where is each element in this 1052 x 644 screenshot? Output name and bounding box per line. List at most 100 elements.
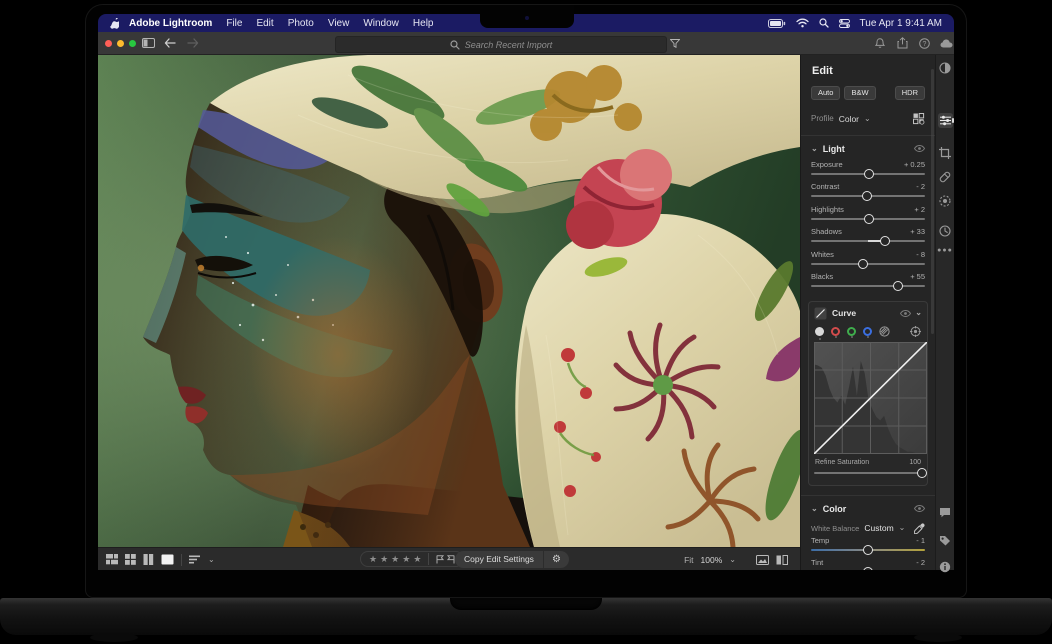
slider-track[interactable] [811, 263, 925, 265]
shadows-slider[interactable]: Shadows + 33 [811, 225, 925, 248]
zoom-button[interactable] [129, 40, 136, 47]
sidebar-toggle-icon[interactable] [142, 38, 155, 48]
keywords-tag-icon[interactable] [939, 535, 951, 547]
close-button[interactable] [105, 40, 112, 47]
spotlight-search-icon[interactable] [819, 18, 829, 28]
tint-slider[interactable]: Tint - 2 [811, 556, 925, 570]
highlights-slider[interactable]: Highlights + 2 [811, 203, 925, 226]
help-icon[interactable]: ? [919, 38, 930, 49]
photo-canvas[interactable] [98, 55, 800, 547]
star-icon[interactable]: ★ [391, 555, 399, 564]
slider-knob[interactable] [858, 259, 868, 269]
exposure-slider[interactable]: Exposure + 0.25 [811, 158, 925, 181]
slider-track[interactable] [811, 218, 925, 220]
eyedropper-icon[interactable] [914, 523, 925, 534]
zoom-level-value[interactable]: 100% [701, 555, 723, 565]
white-balance-value[interactable]: Custom [864, 523, 893, 533]
menu-view[interactable]: View [328, 18, 350, 29]
search-input[interactable]: Search Recent Import [335, 36, 667, 53]
profile-browser-icon[interactable] [913, 113, 925, 125]
refine-saturation-slider[interactable]: Refine Saturation 100 [814, 459, 922, 479]
curve-visibility-eye-icon[interactable] [900, 310, 911, 317]
menu-file[interactable]: File [226, 18, 242, 29]
more-tools-icon[interactable]: ●●● [937, 247, 953, 254]
copy-edit-settings-button[interactable]: Copy Edit Settings [455, 551, 544, 568]
menu-app-name[interactable]: Adobe Lightroom [129, 18, 212, 29]
cloud-sync-icon[interactable] [940, 39, 953, 48]
comments-icon[interactable] [939, 507, 951, 518]
healing-tool-icon[interactable] [939, 171, 951, 183]
star-icon[interactable]: ★ [402, 555, 410, 564]
slider-track[interactable] [811, 285, 925, 287]
sort-chevron-icon[interactable]: ⌄ [208, 556, 215, 564]
star-icon[interactable]: ★ [380, 555, 388, 564]
color-section-chevron-icon[interactable]: ⌄ [811, 505, 818, 513]
back-arrow-icon[interactable] [164, 38, 176, 48]
star-icon[interactable]: ★ [369, 555, 377, 564]
color-section-title[interactable]: Color [823, 504, 847, 514]
slider-knob[interactable] [864, 214, 874, 224]
apple-menu-icon[interactable] [110, 18, 119, 29]
contrast-slider[interactable]: Contrast - 2 [811, 180, 925, 203]
versions-history-icon[interactable] [939, 225, 951, 237]
panel-scrollbar[interactable] [931, 69, 934, 334]
slider-track[interactable] [811, 549, 925, 551]
square-grid-view-icon[interactable] [125, 554, 136, 565]
slider-track[interactable] [811, 195, 925, 197]
slider-knob[interactable] [864, 169, 874, 179]
edit-tool-selected[interactable] [938, 113, 953, 128]
fit-label[interactable]: Fit [684, 555, 693, 565]
info-icon[interactable] [939, 561, 951, 573]
menu-window[interactable]: Window [363, 18, 399, 29]
photo-grid-view-icon[interactable] [106, 554, 118, 565]
adjust-tone-icon[interactable] [939, 62, 951, 74]
menu-photo[interactable]: Photo [288, 18, 314, 29]
color-visibility-eye-icon[interactable] [914, 505, 925, 512]
masking-tool-icon[interactable] [939, 195, 951, 207]
slider-track[interactable] [811, 240, 925, 242]
channel-blue-button[interactable] [863, 327, 872, 336]
curve-reset-icon[interactable] [910, 326, 921, 337]
hdr-button[interactable]: HDR [895, 86, 925, 100]
slider-knob[interactable] [862, 191, 872, 201]
compare-view-icon[interactable] [143, 554, 154, 565]
pick-flag-icon[interactable] [436, 555, 444, 564]
blacks-slider[interactable]: Blacks + 55 [811, 270, 925, 293]
detail-view-icon[interactable] [161, 554, 174, 565]
slider-track[interactable] [814, 472, 922, 474]
star-icon[interactable]: ★ [413, 555, 421, 564]
slider-knob[interactable] [863, 567, 873, 570]
slider-knob[interactable] [880, 236, 890, 246]
whites-slider[interactable]: Whites - 8 [811, 248, 925, 271]
sort-icon[interactable] [189, 555, 201, 564]
curve-chevron-icon[interactable]: ⌄ [915, 309, 922, 317]
menu-help[interactable]: Help [413, 18, 434, 29]
zoom-chevron-icon[interactable]: ⌄ [729, 556, 736, 564]
slider-track[interactable] [811, 173, 925, 175]
gear-icon[interactable]: ⚙ [544, 551, 569, 568]
forward-arrow-icon[interactable] [187, 38, 199, 48]
channel-parametric-button[interactable] [879, 326, 890, 337]
light-section-title[interactable]: Light [823, 144, 845, 154]
slider-knob[interactable] [917, 468, 927, 478]
share-icon[interactable] [897, 37, 908, 49]
slider-knob[interactable] [863, 545, 873, 555]
menu-clock[interactable]: Tue Apr 1 9:41 AM [860, 18, 942, 29]
channel-green-button[interactable] [847, 327, 856, 336]
filter-icon[interactable] [670, 39, 680, 48]
crop-tool-icon[interactable] [939, 147, 951, 159]
temp-slider[interactable]: Temp - 1 [811, 534, 925, 557]
light-visibility-eye-icon[interactable] [914, 145, 925, 152]
light-section-chevron-icon[interactable]: ⌄ [811, 145, 818, 153]
profile-chevron-icon[interactable]: ⌄ [864, 115, 871, 123]
battery-icon[interactable] [768, 19, 786, 28]
bw-button[interactable]: B&W [844, 86, 875, 100]
before-after-view-icon[interactable] [776, 555, 788, 565]
wifi-icon[interactable] [796, 18, 809, 28]
tone-curve-histogram[interactable] [814, 342, 922, 454]
auto-button[interactable]: Auto [811, 86, 840, 100]
menu-edit[interactable]: Edit [256, 18, 273, 29]
show-original-icon[interactable] [756, 555, 769, 565]
white-balance-chevron-icon[interactable]: ⌄ [899, 524, 906, 532]
channel-red-button[interactable] [831, 327, 840, 336]
